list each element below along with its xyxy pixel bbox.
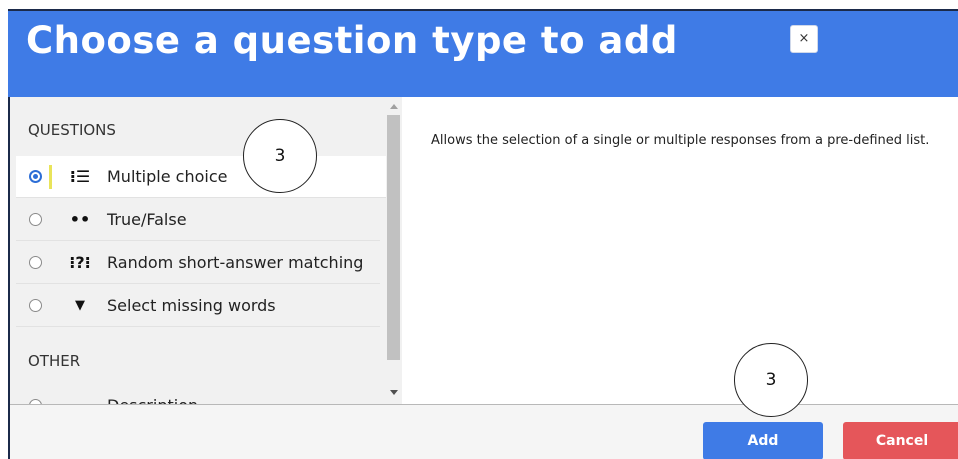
caret-down-icon: ▼ (75, 298, 85, 313)
question-type-list: QUESTIONS ⁝☰ Multiple choice •• True/Fal… (10, 97, 386, 404)
scroll-thumb[interactable] (387, 115, 400, 360)
option-description[interactable]: ▭ Description (16, 384, 380, 404)
option-label: Multiple choice (107, 167, 228, 186)
scroll-up-arrow-icon[interactable] (390, 104, 398, 109)
add-button[interactable]: Add (703, 422, 823, 459)
option-multiple-choice[interactable]: ⁝☰ Multiple choice (16, 156, 386, 198)
questions-heading: QUESTIONS (28, 121, 116, 139)
scroll-down-arrow-icon[interactable] (390, 390, 398, 395)
two-dots-icon: •• (69, 210, 91, 229)
annotation-marker: 3 (243, 119, 317, 193)
list-icon: ⁝☰ (69, 167, 91, 186)
dialog-title: Choose a question type to add (26, 19, 678, 62)
option-label: True/False (107, 210, 187, 229)
option-true-false[interactable]: •• True/False (16, 199, 380, 241)
question-match-icon: ⁝?⁝ (69, 253, 91, 272)
close-button[interactable]: × (790, 25, 818, 53)
dialog-footer: Add Cancel (10, 404, 958, 459)
dialog-header: Choose a question type to add × (8, 9, 958, 97)
other-heading: OTHER (28, 352, 81, 370)
option-label: Description (107, 396, 198, 405)
cancel-button[interactable]: Cancel (843, 422, 958, 459)
option-label: Select missing words (107, 296, 276, 315)
radio-button-selected[interactable] (29, 170, 42, 183)
option-random-short-answer-matching[interactable]: ⁝?⁝ Random short-answer matching (16, 242, 380, 284)
radio-button[interactable] (29, 213, 42, 226)
selection-indicator (49, 165, 52, 189)
radio-button[interactable] (29, 299, 42, 312)
sidebar-scrollbar[interactable] (386, 97, 402, 404)
description-icon: ▭ (68, 396, 92, 405)
annotation-marker: 3 (734, 343, 808, 417)
radio-button[interactable] (29, 256, 42, 269)
question-type-description: Allows the selection of a single or mult… (431, 133, 930, 148)
option-select-missing-words[interactable]: ▼ Select missing words (16, 285, 380, 327)
option-label: Random short-answer matching (107, 253, 364, 272)
